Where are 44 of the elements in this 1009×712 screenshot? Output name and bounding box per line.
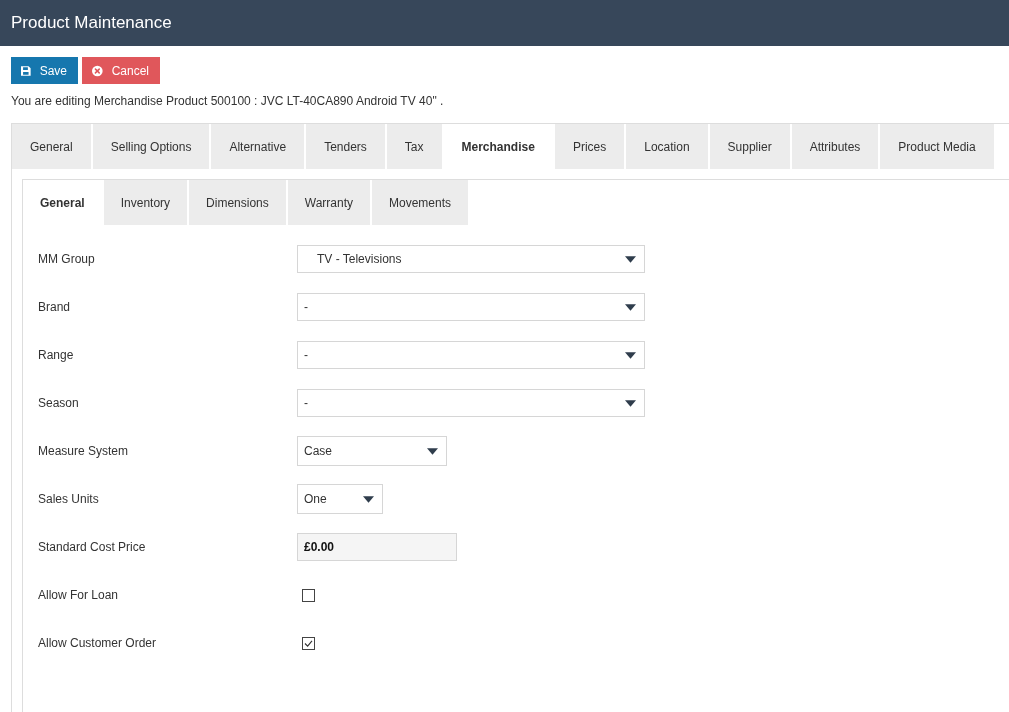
tab[interactable]: Selling Options	[92, 124, 210, 169]
field-label: Measure System	[38, 444, 130, 458]
field-label: Season	[38, 396, 80, 410]
caret-icon	[625, 255, 636, 263]
field-label: Standard Cost Price	[38, 540, 147, 554]
field-label: Range	[38, 348, 75, 362]
tab[interactable]: Attributes	[791, 124, 879, 169]
tab[interactable]: General	[12, 124, 91, 169]
cancel-icon	[92, 63, 103, 78]
dropdown[interactable]: Case	[297, 436, 447, 466]
save-button[interactable]: Save	[11, 57, 78, 84]
caret-icon	[625, 351, 636, 359]
dropdown[interactable]: TV - Televisions	[297, 245, 645, 273]
field-label: Brand	[38, 300, 72, 314]
checkmark-icon	[304, 639, 313, 647]
caret-icon	[427, 447, 438, 455]
field-label: Allow Customer Order	[38, 636, 158, 650]
tab[interactable]: Prices	[554, 124, 625, 169]
field-label: Allow For Loan	[38, 588, 120, 602]
caret-icon	[625, 399, 636, 407]
field-label: MM Group	[38, 252, 96, 266]
editing-notice: You are editing Merchandise Product 500100 : JVC LT-40CA890 Android TV 40" .	[11, 94, 445, 109]
page-title: Product Maintenance	[11, 13, 172, 33]
checkbox[interactable]	[302, 588, 315, 602]
sub-tab[interactable]: Dimensions	[189, 180, 286, 225]
dropdown[interactable]: One	[297, 484, 383, 514]
sub-tab[interactable]: Warranty	[287, 180, 370, 225]
dropdown[interactable]: -	[297, 293, 645, 321]
tab[interactable]: Tenders	[306, 124, 385, 169]
caret-icon	[363, 495, 374, 503]
caret-icon	[625, 303, 636, 311]
input-field[interactable]: £0.00	[297, 533, 457, 561]
tab[interactable]: Tax	[386, 124, 442, 169]
field-label: Sales Units	[38, 492, 100, 506]
tab[interactable]: Location	[626, 124, 708, 169]
cancel-button[interactable]: Cancel	[82, 57, 160, 84]
sub-tab[interactable]: Inventory	[103, 180, 188, 225]
sub-tab[interactable]: Movements	[372, 180, 469, 225]
dropdown[interactable]: -	[297, 341, 645, 369]
tab[interactable]: Product Media	[880, 124, 994, 169]
tab[interactable]: Supplier	[709, 124, 790, 169]
tab[interactable]: Alternative	[211, 124, 305, 169]
checkbox[interactable]	[302, 636, 315, 650]
dropdown[interactable]: -	[297, 389, 645, 417]
